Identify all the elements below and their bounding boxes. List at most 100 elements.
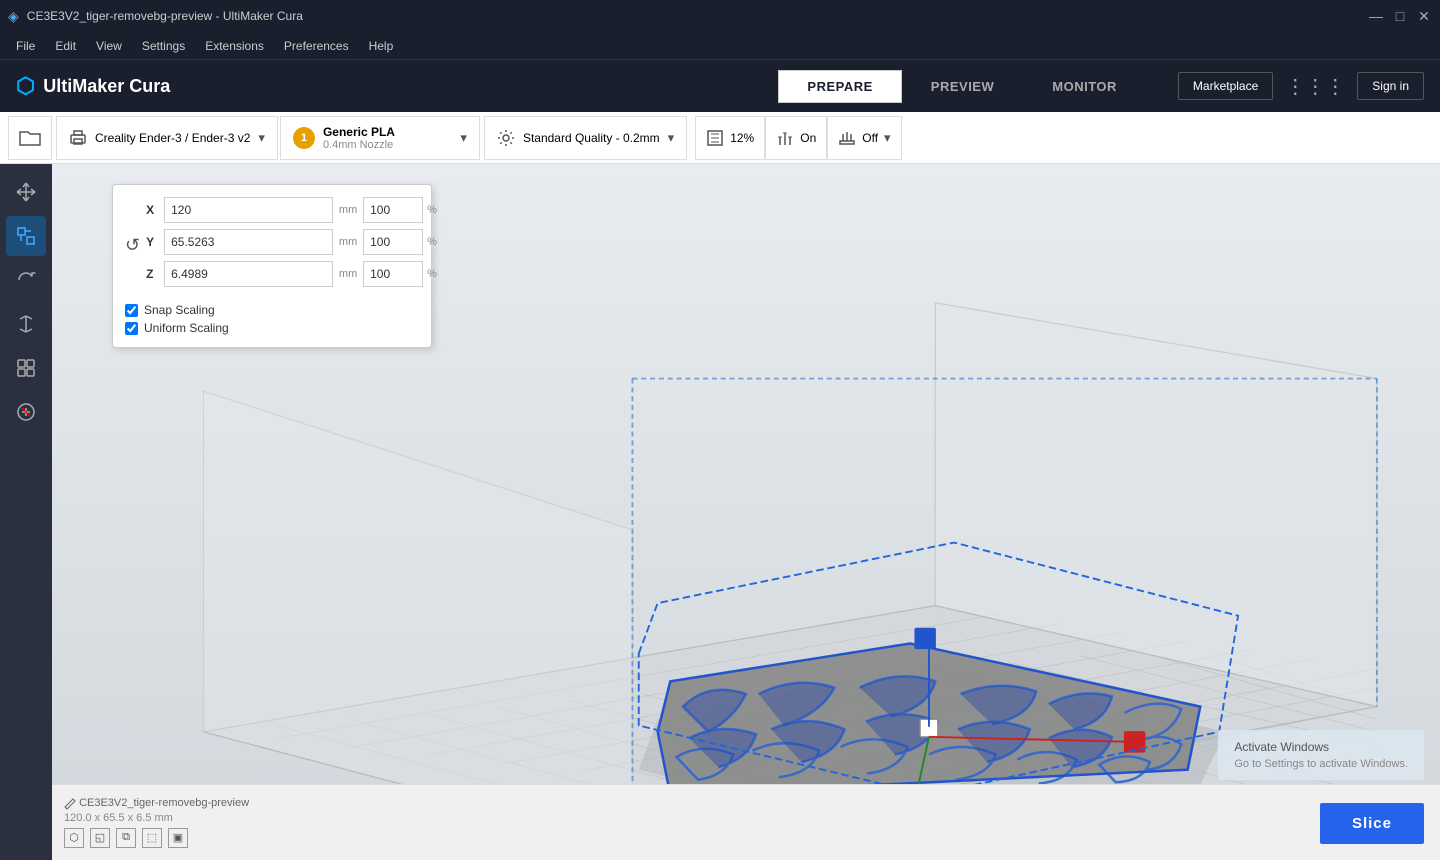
main-area: ↺ X mm % Y mm % — [0, 164, 1440, 860]
quality-dropdown-arrow: ▾ — [668, 130, 675, 146]
move-tool[interactable] — [6, 172, 46, 212]
slice-button[interactable]: Slice — [1320, 803, 1424, 844]
app-logo: ⬡ UltiMaker Cura — [16, 73, 170, 99]
app-name: UltiMaker Cura — [43, 76, 170, 97]
menu-edit[interactable]: Edit — [47, 37, 84, 55]
adhesion-icon — [838, 129, 856, 147]
snap-scaling-option[interactable]: Snap Scaling — [125, 303, 419, 317]
scale-tool[interactable] — [6, 216, 46, 256]
marketplace-icon — [15, 357, 37, 379]
menubar: File Edit View Settings Extensions Prefe… — [0, 32, 1440, 60]
scale-z-row: Z mm % — [146, 261, 439, 287]
support-status: On — [800, 131, 816, 145]
x-mm-input[interactable] — [164, 197, 333, 223]
material-selector[interactable]: 1 Generic PLA 0.4mm Nozzle ▾ — [280, 116, 480, 160]
scale-panel: ↺ X mm % Y mm % — [112, 184, 432, 348]
z-mm-unit: mm — [337, 268, 359, 280]
menu-extensions[interactable]: Extensions — [197, 37, 272, 55]
minimize-button[interactable]: — — [1368, 8, 1384, 24]
scale-x-row: X mm % — [146, 197, 439, 223]
y-pct-input[interactable] — [363, 229, 423, 255]
obj-icon-4[interactable]: ⬚ — [142, 828, 162, 848]
support-tool-icon — [15, 401, 37, 423]
activate-windows-overlay: Activate Windows Go to Settings to activ… — [1218, 730, 1424, 780]
uniform-scaling-checkbox[interactable] — [125, 322, 138, 335]
object-dimensions: 120.0 x 65.5 x 6.5 mm — [64, 812, 249, 824]
printer-icon — [69, 129, 87, 147]
x-pct-unit: % — [427, 204, 439, 216]
menu-file[interactable]: File — [8, 37, 43, 55]
y-label: Y — [146, 235, 160, 249]
folder-icon — [19, 129, 41, 147]
edit-icon — [64, 798, 76, 810]
grid-icon[interactable]: ⋮⋮⋮ — [1285, 74, 1345, 99]
printer-dropdown-arrow: ▾ — [258, 130, 265, 146]
obj-icon-2[interactable]: ◱ — [90, 828, 110, 848]
tab-monitor[interactable]: MONITOR — [1023, 70, 1146, 103]
window-title: CE3E3V2_tiger-removebg-preview - UltiMak… — [19, 9, 1368, 23]
bottom-info-bar: CE3E3V2_tiger-removebg-preview 120.0 x 6… — [52, 784, 1440, 860]
obj-icon-5[interactable]: ▣ — [168, 828, 188, 848]
y-mm-input[interactable] — [164, 229, 333, 255]
reset-scale-button[interactable]: ↺ — [125, 235, 140, 256]
toolbar: Creality Ender-3 / Ender-3 v2 ▾ 1 Generi… — [0, 112, 1440, 164]
adhesion-dropdown-arrow: ▾ — [884, 130, 891, 146]
activate-title: Activate Windows — [1234, 740, 1408, 754]
uniform-scaling-option[interactable]: Uniform Scaling — [125, 321, 419, 335]
nozzle-badge: 1 — [293, 127, 315, 149]
scale-icon — [15, 225, 37, 247]
material-name: Generic PLA — [323, 125, 395, 139]
move-icon — [15, 181, 37, 203]
topnav-right: Marketplace ⋮⋮⋮ Sign in — [1178, 72, 1424, 100]
adhesion-selector[interactable]: Off ▾ — [827, 116, 901, 160]
support-selector[interactable]: On — [765, 116, 827, 160]
infill-icon — [706, 129, 724, 147]
nozzle-size: 0.4mm Nozzle — [323, 139, 395, 151]
rotate-icon — [15, 269, 37, 291]
infill-selector[interactable]: 12% — [695, 116, 765, 160]
marketplace-sidebar[interactable] — [6, 348, 46, 388]
z-pct-input[interactable] — [363, 261, 423, 287]
support-tool[interactable] — [6, 392, 46, 432]
object-icons: ⬡ ◱ ⧉ ⬚ ▣ — [64, 828, 249, 848]
open-folder-button[interactable] — [8, 116, 52, 160]
tab-preview[interactable]: PREVIEW — [902, 70, 1023, 103]
maximize-button[interactable]: □ — [1392, 8, 1408, 24]
z-pct-unit: % — [427, 268, 439, 280]
x-mm-unit: mm — [337, 204, 359, 216]
material-dropdown-arrow: ▾ — [460, 130, 467, 146]
viewport[interactable]: ↺ X mm % Y mm % — [52, 164, 1440, 860]
activate-subtitle: Go to Settings to activate Windows. — [1234, 758, 1408, 770]
snap-scaling-checkbox[interactable] — [125, 304, 138, 317]
z-mm-input[interactable] — [164, 261, 333, 287]
close-button[interactable]: ✕ — [1416, 8, 1432, 24]
object-name: CE3E3V2_tiger-removebg-preview — [79, 797, 249, 809]
y-mm-unit: mm — [337, 236, 359, 248]
menu-view[interactable]: View — [88, 37, 130, 55]
menu-preferences[interactable]: Preferences — [276, 37, 357, 55]
quality-label: Standard Quality - 0.2mm — [523, 131, 660, 145]
menu-settings[interactable]: Settings — [134, 37, 193, 55]
quality-selector[interactable]: Standard Quality - 0.2mm ▾ — [484, 116, 687, 160]
titlebar: ◈ CE3E3V2_tiger-removebg-preview - UltiM… — [0, 0, 1440, 32]
marketplace-button[interactable]: Marketplace — [1178, 72, 1273, 100]
adhesion-status: Off — [862, 131, 878, 145]
rotate-tool[interactable] — [6, 260, 46, 300]
printer-selector[interactable]: Creality Ender-3 / Ender-3 v2 ▾ — [56, 116, 278, 160]
obj-icon-3[interactable]: ⧉ — [116, 828, 136, 848]
mirror-tool[interactable] — [6, 304, 46, 344]
printer-name: Creality Ender-3 / Ender-3 v2 — [95, 131, 250, 145]
snap-scaling-label: Snap Scaling — [144, 303, 215, 317]
signin-button[interactable]: Sign in — [1357, 72, 1424, 100]
infill-percentage: 12% — [730, 131, 754, 145]
uniform-scaling-label: Uniform Scaling — [144, 321, 229, 335]
tab-prepare[interactable]: PREPARE — [778, 70, 901, 103]
topnav: ⬡ UltiMaker Cura PREPARE PREVIEW MONITOR… — [0, 60, 1440, 112]
y-pct-unit: % — [427, 236, 439, 248]
logo-icon: ⬡ — [16, 73, 35, 99]
menu-help[interactable]: Help — [361, 37, 402, 55]
settings-icon — [497, 129, 515, 147]
obj-icon-1[interactable]: ⬡ — [64, 828, 84, 848]
x-pct-input[interactable] — [363, 197, 423, 223]
left-sidebar — [0, 164, 52, 860]
